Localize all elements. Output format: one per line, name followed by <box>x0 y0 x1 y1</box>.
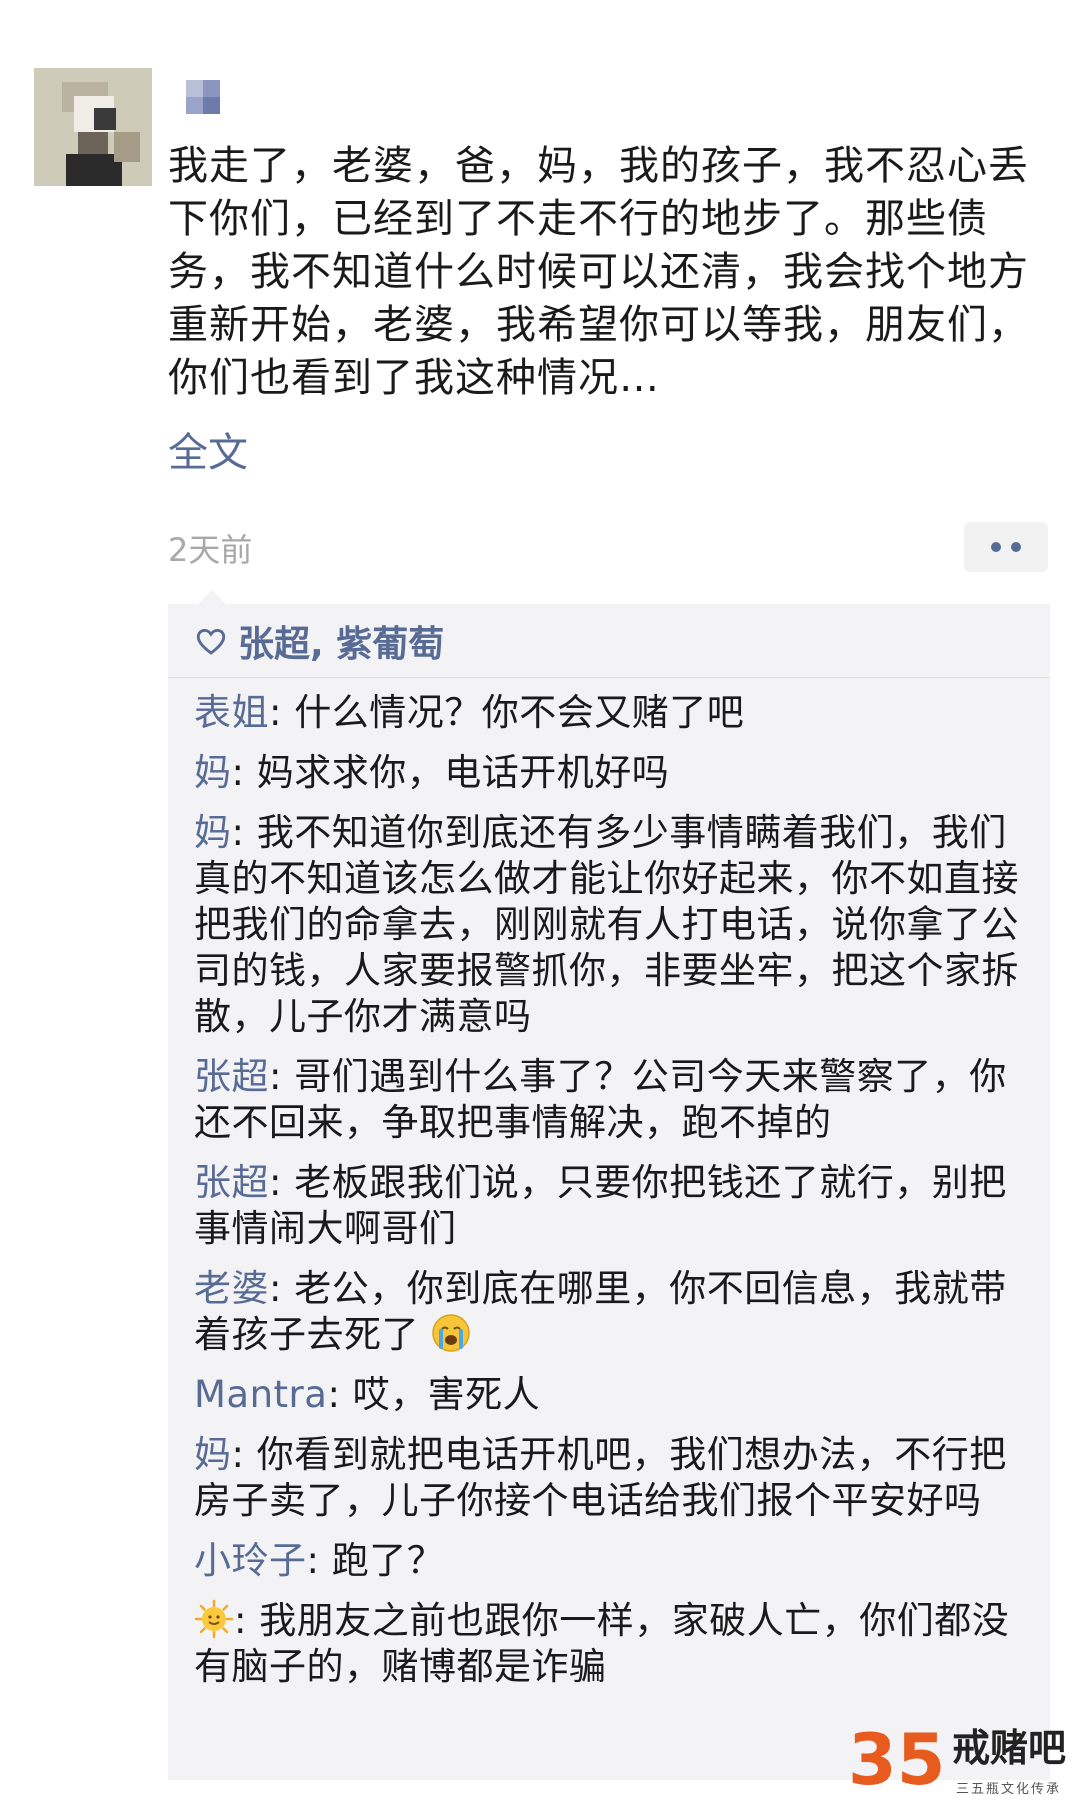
comment-text: : 老板跟我们说，只要你把钱还了就行，别把事情闹大啊哥们 <box>194 1161 1007 1250</box>
comment-item[interactable]: 小玲子: 跑了？ <box>194 1538 1034 1584</box>
comment-item[interactable]: 张超: 老板跟我们说，只要你把钱还了就行，别把事情闹大啊哥们 <box>194 1160 1034 1252</box>
more-options-button[interactable] <box>964 522 1048 572</box>
comment-box-pointer <box>198 590 226 604</box>
post-timestamp: 2天前 <box>168 531 253 569</box>
comment-item[interactable]: 妈: 妈求求你，电话开机好吗 <box>194 750 1034 796</box>
comment-item[interactable]: 妈: 我不知道你到底还有多少事情瞒着我们，我们真的不知道该怎么做才能让你好起来，… <box>194 810 1034 1040</box>
watermark-subtitle: 三五瓶文化传承 <box>956 1782 1062 1797</box>
dot-icon <box>991 542 1001 552</box>
watermark-title: 戒赌吧 <box>952 1726 1067 1770</box>
comment-author[interactable]: 妈 <box>194 751 232 794</box>
comment-text: : 什么情况？你不会又赌了吧 <box>269 691 745 734</box>
comment-section: 张超, 紫葡萄 表姐: 什么情况？你不会又赌了吧 妈: 妈求求你，电话开机好吗 … <box>168 590 1050 1780</box>
comment-text: : 哎，害死人 <box>327 1373 541 1416</box>
comment-item[interactable]: : 我朋友之前也跟你一样，家破人亡，你们都没有脑子的，赌博都是诈骗 <box>194 1598 1034 1690</box>
comment-item[interactable]: 表姐: 什么情况？你不会又赌了吧 <box>194 690 1034 736</box>
moments-post: 我走了，老婆，爸，妈，我的孩子，我不忍心丢下你们，已经到了不走不行的地步了。那些… <box>0 0 1080 1815</box>
heart-outline-icon <box>196 628 226 655</box>
comment-item[interactable]: 张超: 哥们遇到什么事了？公司今天来警察了，你还不回来，争取把事情解决，跑不掉的 <box>194 1054 1034 1146</box>
comment-list: 表姐: 什么情况？你不会又赌了吧 妈: 妈求求你，电话开机好吗 妈: 我不知道你… <box>194 690 1034 1704</box>
comment-author[interactable]: 老婆 <box>194 1267 269 1310</box>
comment-text: : 我朋友之前也跟你一样，家破人亡，你们都没有脑子的，赌博都是诈骗 <box>194 1599 1010 1688</box>
sun-face-icon[interactable] <box>194 1599 234 1639</box>
comment-text: : 妈求求你，电话开机好吗 <box>231 751 670 794</box>
comment-text: : 老公，你到底在哪里，你不回信息，我就带着孩子去死了 <box>194 1267 1007 1356</box>
comment-text: : 跑了？ <box>306 1539 445 1582</box>
comment-author[interactable]: 妈 <box>194 811 232 854</box>
full-text-link[interactable]: 全文 <box>168 420 248 478</box>
comment-author[interactable]: 张超 <box>194 1055 269 1098</box>
comment-author[interactable]: 妈 <box>194 1433 232 1476</box>
comment-author[interactable]: 张超 <box>194 1161 269 1204</box>
comment-text: : 哥们遇到什么事了？公司今天来警察了，你还不回来，争取把事情解决，跑不掉的 <box>194 1055 1007 1144</box>
comment-author[interactable]: 表姐 <box>194 691 269 734</box>
dot-icon <box>1011 542 1021 552</box>
watermark: 35 戒赌吧 三五瓶文化传承 <box>848 1720 1072 1810</box>
comment-item[interactable]: 妈: 你看到就把电话开机吧，我们想办法，不行把房子卖了，儿子你接个电话给我们报个… <box>194 1432 1034 1524</box>
likes-names[interactable]: 张超, 紫葡萄 <box>238 615 444 667</box>
avatar[interactable] <box>34 68 152 186</box>
comment-author[interactable]: Mantra <box>194 1373 327 1416</box>
crying-face-icon <box>432 1314 471 1352</box>
comment-text: : 你看到就把电话开机吧，我们想办法，不行把房子卖了，儿子你接个电话给我们报个平… <box>194 1433 1007 1522</box>
username-blurred[interactable] <box>186 80 220 114</box>
comment-text: : 我不知道你到底还有多少事情瞒着我们，我们真的不知道该怎么做才能让你好起来，你… <box>194 811 1019 1038</box>
comment-author[interactable]: 小玲子 <box>194 1539 307 1582</box>
watermark-number: 35 <box>848 1719 946 1801</box>
comment-item[interactable]: 老婆: 老公，你到底在哪里，你不回信息，我就带着孩子去死了 <box>194 1266 1034 1358</box>
post-text: 我走了，老婆，爸，妈，我的孩子，我不忍心丢下你们，已经到了不走不行的地步了。那些… <box>168 143 1029 401</box>
comment-item[interactable]: Mantra: 哎，害死人 <box>194 1372 1034 1418</box>
likes-row: 张超, 紫葡萄 <box>168 604 1050 678</box>
